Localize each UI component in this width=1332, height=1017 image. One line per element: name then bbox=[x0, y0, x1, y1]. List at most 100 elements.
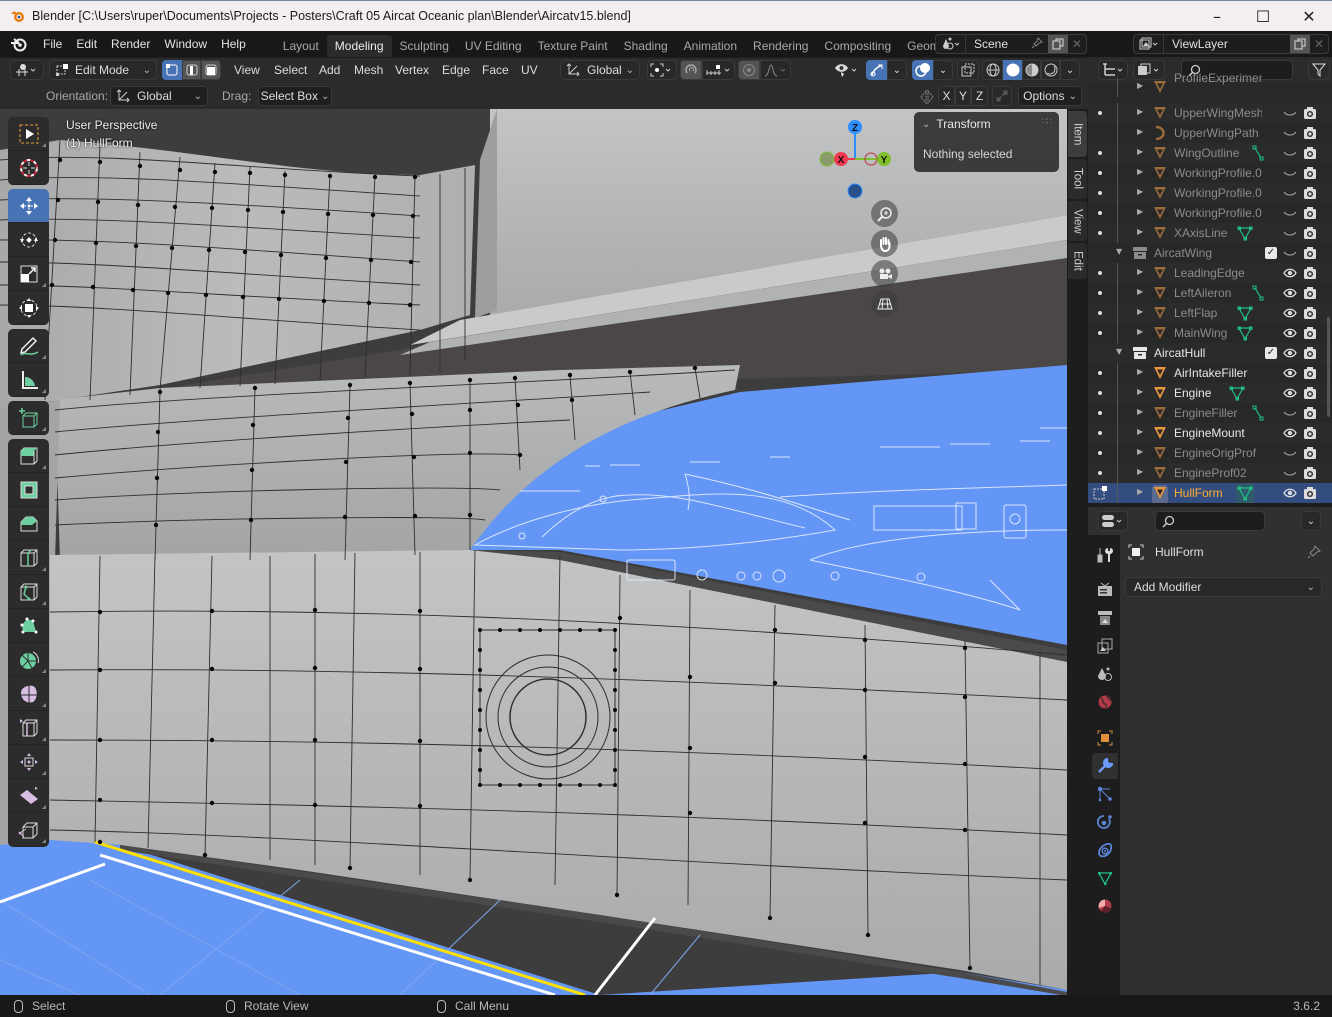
outliner-object-row[interactable]: ▶ MainWing bbox=[1088, 323, 1332, 343]
outliner-object-row[interactable]: ▶ Engine bbox=[1088, 383, 1332, 403]
workspace-tab-shading[interactable]: Shading bbox=[616, 35, 676, 57]
eye-icon[interactable] bbox=[1283, 327, 1297, 342]
menu-edge[interactable]: Edge bbox=[442, 57, 470, 83]
properties-tab-object[interactable] bbox=[1092, 725, 1118, 751]
edit-mode-dot-icon[interactable] bbox=[1098, 431, 1102, 435]
pin-icon[interactable] bbox=[1031, 36, 1048, 52]
mirror-y-toggle[interactable]: Y bbox=[955, 86, 971, 106]
expand-arrow-icon[interactable]: ▶ bbox=[1137, 367, 1143, 376]
expand-arrow-icon[interactable]: ▶ bbox=[1137, 327, 1143, 336]
expand-arrow-icon[interactable]: ▶ bbox=[1137, 467, 1143, 476]
camera-render-icon[interactable] bbox=[1303, 386, 1317, 403]
menu-uv[interactable]: UV bbox=[521, 57, 538, 83]
mesh-object-icon[interactable] bbox=[1152, 79, 1168, 98]
view-layer-name[interactable]: ViewLayer bbox=[1164, 37, 1290, 51]
outliner-item-name[interactable]: AircatHull bbox=[1154, 343, 1242, 363]
mesh-object-icon[interactable] bbox=[1152, 425, 1168, 444]
shading-dropdown[interactable]: ⌄ bbox=[1060, 60, 1080, 80]
camera-render-icon[interactable] bbox=[1303, 126, 1317, 143]
mesh-data-icon[interactable] bbox=[1236, 304, 1254, 325]
workspace-tab-modeling[interactable]: Modeling bbox=[326, 35, 392, 57]
mesh-object-icon[interactable] bbox=[1152, 165, 1168, 184]
tool-smooth[interactable] bbox=[8, 677, 49, 711]
camera-render-icon[interactable] bbox=[1303, 226, 1317, 243]
tool-rip-region[interactable] bbox=[8, 813, 49, 847]
camera-render-icon[interactable] bbox=[1303, 166, 1317, 183]
tool-scale[interactable] bbox=[8, 257, 49, 291]
outliner-item-name[interactable]: EngineProf02 bbox=[1174, 463, 1262, 483]
eye-hidden-icon[interactable] bbox=[1283, 187, 1297, 202]
add-modifier-dropdown[interactable]: Add Modifier ⌄ bbox=[1125, 577, 1322, 597]
outliner-collection-row[interactable]: ▼ AircatWing ✓ bbox=[1088, 243, 1332, 263]
mesh-object-icon[interactable] bbox=[1152, 225, 1168, 244]
eye-hidden-icon[interactable] bbox=[1283, 447, 1297, 462]
outliner-object-row[interactable]: ▶ WorkingProfile.00 bbox=[1088, 203, 1332, 223]
show-overlays-toggle[interactable] bbox=[912, 60, 933, 80]
eye-hidden-icon[interactable] bbox=[1283, 127, 1297, 142]
expand-arrow-icon[interactable]: ▶ bbox=[1137, 427, 1143, 436]
tool-loop-cut[interactable] bbox=[8, 541, 49, 575]
properties-tab-particles[interactable] bbox=[1092, 781, 1118, 807]
mesh-object-icon[interactable] bbox=[1152, 325, 1168, 344]
minimize-button[interactable]: – bbox=[1194, 1, 1240, 32]
pivot-point-button[interactable] bbox=[647, 60, 677, 80]
scene-name[interactable]: Scene bbox=[966, 37, 1031, 51]
outliner-item-name[interactable]: AircatWing bbox=[1154, 243, 1242, 263]
sidebar-tab-item[interactable]: Item bbox=[1068, 111, 1087, 157]
edit-mode-dot-icon[interactable] bbox=[1098, 291, 1102, 295]
mirror-z-toggle[interactable]: Z bbox=[971, 86, 988, 106]
eye-hidden-icon[interactable] bbox=[1283, 407, 1297, 422]
transform-orientation-selector[interactable]: Global ⌄ bbox=[560, 60, 640, 80]
expand-arrow-icon[interactable]: ▼ bbox=[1116, 347, 1122, 356]
mesh-object-icon[interactable] bbox=[1152, 365, 1168, 384]
new-scene-button[interactable] bbox=[1048, 35, 1068, 53]
tool-inset-faces[interactable] bbox=[8, 473, 49, 507]
camera-render-icon[interactable] bbox=[1303, 146, 1317, 163]
shading-solid-button[interactable] bbox=[1003, 60, 1022, 80]
outliner-item-name[interactable]: WorkingProfile.00 bbox=[1174, 163, 1262, 183]
gizmo-dropdown[interactable]: ⌄ bbox=[887, 60, 907, 80]
pan-view-button[interactable] bbox=[871, 230, 898, 257]
delete-view-layer-button[interactable]: ✕ bbox=[1310, 37, 1328, 51]
properties-tab-world[interactable] bbox=[1092, 689, 1118, 715]
outliner-object-row[interactable]: ▶ AirIntakeFiller bbox=[1088, 363, 1332, 383]
eye-icon[interactable] bbox=[1283, 347, 1297, 362]
edge-data-icon[interactable] bbox=[1252, 284, 1264, 305]
expand-arrow-icon[interactable]: ▶ bbox=[1137, 487, 1143, 496]
shading-rendered-button[interactable] bbox=[1041, 60, 1060, 80]
expand-arrow-icon[interactable]: ▼ bbox=[1116, 247, 1122, 256]
menu-select[interactable]: Select bbox=[274, 57, 307, 83]
camera-render-icon[interactable] bbox=[1303, 406, 1317, 423]
edit-mode-dot-icon[interactable] bbox=[1098, 231, 1102, 235]
camera-render-icon[interactable] bbox=[1303, 466, 1317, 483]
proportional-edit-toggle[interactable] bbox=[738, 60, 760, 80]
vertex-select-mode-button[interactable] bbox=[162, 60, 182, 80]
outliner-item-name[interactable]: UpperWingPath bbox=[1174, 123, 1262, 143]
expand-arrow-icon[interactable]: ▶ bbox=[1137, 447, 1143, 456]
close-window-button[interactable]: ✕ bbox=[1286, 1, 1332, 32]
eye-hidden-icon[interactable] bbox=[1283, 247, 1297, 262]
outliner-item-name[interactable]: EngineFiller bbox=[1174, 403, 1262, 423]
outliner-item-name[interactable]: EngineOrigProf bbox=[1174, 443, 1262, 463]
snap-target-button[interactable] bbox=[702, 60, 735, 80]
menu-window[interactable]: Window bbox=[157, 31, 214, 57]
collection-box-icon[interactable] bbox=[1132, 345, 1148, 364]
outliner-item-name[interactable]: ProfileExperiment bbox=[1174, 68, 1262, 88]
outliner-scrollbar[interactable] bbox=[1327, 317, 1330, 417]
scene-selector[interactable]: Scene ✕ bbox=[935, 34, 1087, 54]
orientation-selector[interactable]: Global ⌄ bbox=[110, 86, 208, 106]
outliner-item-name[interactable]: LeftAileron bbox=[1174, 283, 1262, 303]
tool-bevel[interactable] bbox=[8, 507, 49, 541]
edit-mode-dot-icon[interactable] bbox=[1098, 471, 1102, 475]
outliner-object-row[interactable]: ▶ EngineOrigProf bbox=[1088, 443, 1332, 463]
topology-mirror-toggle[interactable] bbox=[992, 86, 1012, 106]
outliner-object-row[interactable]: ▶ UpperWingMesh bbox=[1088, 103, 1332, 123]
tool-rotate[interactable] bbox=[8, 223, 49, 257]
camera-render-icon[interactable] bbox=[1303, 446, 1317, 463]
outliner-item-name[interactable]: WorkingProfile.00 bbox=[1174, 203, 1262, 223]
edit-mode-dot-icon[interactable] bbox=[1098, 111, 1102, 115]
options-dropdown[interactable]: Options ⌄ bbox=[1018, 86, 1082, 106]
proportional-falloff-button[interactable] bbox=[760, 60, 791, 80]
shading-wireframe-button[interactable] bbox=[982, 60, 1003, 80]
outliner-item-name[interactable]: AirIntakeFiller bbox=[1174, 363, 1262, 383]
